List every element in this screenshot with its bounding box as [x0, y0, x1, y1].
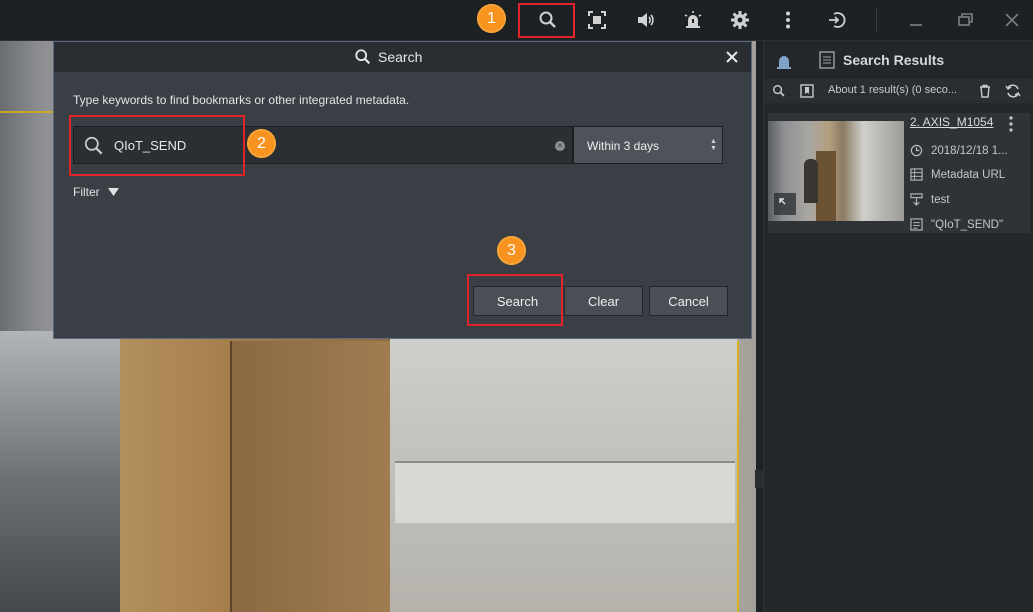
step-badge-1: 1 [477, 4, 506, 33]
time-range-select[interactable]: Within 3 days ▲ ▼ [573, 126, 723, 164]
video-frame-border-right [737, 341, 739, 612]
result-camera-name[interactable]: 2. AXIS_M1054 [910, 115, 993, 129]
highlight-search-toolbar [518, 3, 575, 38]
dialog-title-text: Search [378, 49, 423, 65]
results-panel-header: Search Results [764, 41, 1033, 79]
top-toolbar [0, 0, 1033, 41]
refresh-icon[interactable] [1005, 83, 1021, 99]
minimize-icon[interactable] [903, 8, 929, 32]
video-door-panel [230, 341, 392, 612]
result-thumbnail[interactable] [768, 121, 904, 221]
search-dialog: Search Type keywords to find bookmarks o… [53, 41, 752, 339]
filter-label: Filter [73, 185, 100, 199]
more-vertical-icon[interactable] [775, 8, 801, 32]
video-left-area [0, 331, 120, 612]
result-timestamp: 2018/12/18 1... [931, 144, 1008, 157]
result-keyword-row: "QIoT_SEND" [910, 218, 1003, 231]
result-metadata-source: Metadata URL [931, 168, 1006, 181]
close-icon[interactable] [999, 8, 1025, 32]
tag-icon [910, 193, 923, 206]
clear-input-icon[interactable]: × [555, 141, 565, 151]
dialog-title-bar: Search [54, 42, 751, 72]
step-badge-3: 3 [497, 236, 526, 265]
video-whiteboard [395, 461, 735, 523]
note-icon [910, 218, 923, 231]
gear-icon[interactable] [727, 8, 753, 32]
results-summary: About 1 result(s) (0 seco... [828, 84, 957, 96]
thumb-door [816, 151, 836, 221]
document-icon [819, 51, 835, 69]
fullscreen-icon[interactable] [584, 8, 610, 32]
trash-icon[interactable] [978, 84, 992, 98]
thumb-person [804, 159, 818, 203]
results-toolbar: About 1 result(s) (0 seco... [764, 79, 1033, 103]
dialog-title: Search [354, 48, 422, 66]
alarm-icon[interactable] [680, 8, 706, 32]
clear-button[interactable]: Clear [564, 286, 643, 316]
dialog-description: Type keywords to find bookmarks or other… [73, 93, 410, 107]
time-range-value: Within 3 days [587, 139, 660, 153]
bookmark-icon[interactable] [800, 84, 814, 98]
triangle-down-icon [107, 188, 119, 196]
video-frame-border-top [0, 111, 60, 113]
step-badge-2: 2 [247, 129, 276, 158]
logout-icon[interactable] [824, 8, 850, 32]
more-vertical-icon[interactable] [1008, 115, 1014, 133]
search-icon[interactable] [772, 84, 786, 98]
volume-icon[interactable] [632, 8, 658, 32]
restore-icon[interactable] [952, 8, 978, 32]
chevron-updown-icon: ▲ ▼ [710, 138, 717, 152]
result-tag-row: test [910, 193, 950, 206]
expand-icon[interactable] [774, 193, 796, 215]
search-result-item[interactable]: 2. AXIS_M1054 2018/12/18 1... Metadata U… [768, 113, 1030, 233]
result-timestamp-row: 2018/12/18 1... [910, 144, 1008, 157]
filter-toggle[interactable]: Filter [73, 185, 119, 199]
results-panel-title: Search Results [843, 52, 945, 68]
toolbar-divider [876, 8, 877, 32]
highlight-search-input [69, 115, 245, 176]
search-results-panel: Search Results About 1 result(s) (0 seco… [763, 41, 1033, 612]
alarm-tab-icon[interactable] [774, 51, 794, 71]
search-icon [355, 49, 371, 65]
result-tag: test [931, 193, 950, 206]
highlight-search-button [467, 274, 563, 326]
cancel-button[interactable]: Cancel [649, 286, 728, 316]
panel-collapse-handle[interactable] [755, 470, 763, 488]
clock-icon [910, 144, 923, 157]
close-icon[interactable] [722, 47, 742, 67]
result-metadata-row: Metadata URL [910, 168, 1005, 181]
result-keyword: "QIoT_SEND" [931, 218, 1004, 231]
metadata-icon [910, 168, 923, 181]
